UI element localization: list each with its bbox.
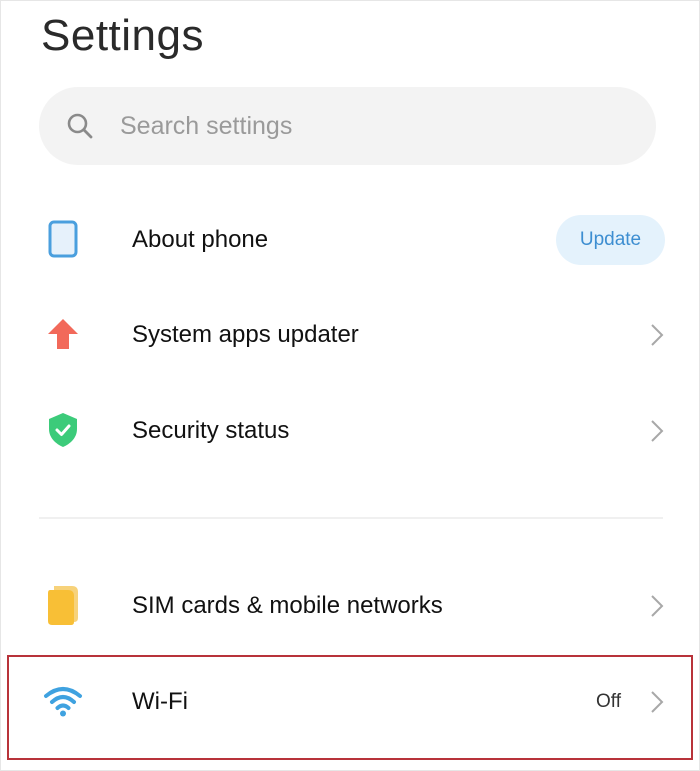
search-bar[interactable]: Search settings — [39, 87, 656, 165]
settings-item-system-apps-updater[interactable]: System apps updater — [1, 290, 700, 380]
settings-item-label: About phone — [132, 226, 269, 253]
settings-item-about-phone[interactable]: About phone Update — [1, 195, 700, 285]
chevron-right-icon — [651, 324, 664, 346]
settings-item-label: System apps updater — [132, 321, 359, 348]
settings-item-sim-cards[interactable]: SIM cards & mobile networks — [1, 561, 700, 651]
settings-item-label: Security status — [132, 417, 290, 444]
chevron-right-icon — [651, 420, 664, 442]
sim-card-icon — [41, 583, 85, 627]
section-divider — [39, 517, 663, 519]
settings-item-security-status[interactable]: Security status — [1, 386, 700, 476]
settings-item-label: SIM cards & mobile networks — [132, 592, 443, 619]
chevron-right-icon — [651, 595, 664, 617]
update-button[interactable]: Update — [556, 215, 665, 265]
search-icon — [67, 113, 93, 139]
wifi-highlight-box — [7, 655, 693, 760]
arrow-up-icon — [41, 312, 85, 356]
shield-check-icon — [41, 408, 85, 452]
page-title: Settings — [41, 11, 204, 60]
search-input[interactable]: Search settings — [120, 112, 292, 141]
phone-icon — [41, 217, 85, 261]
